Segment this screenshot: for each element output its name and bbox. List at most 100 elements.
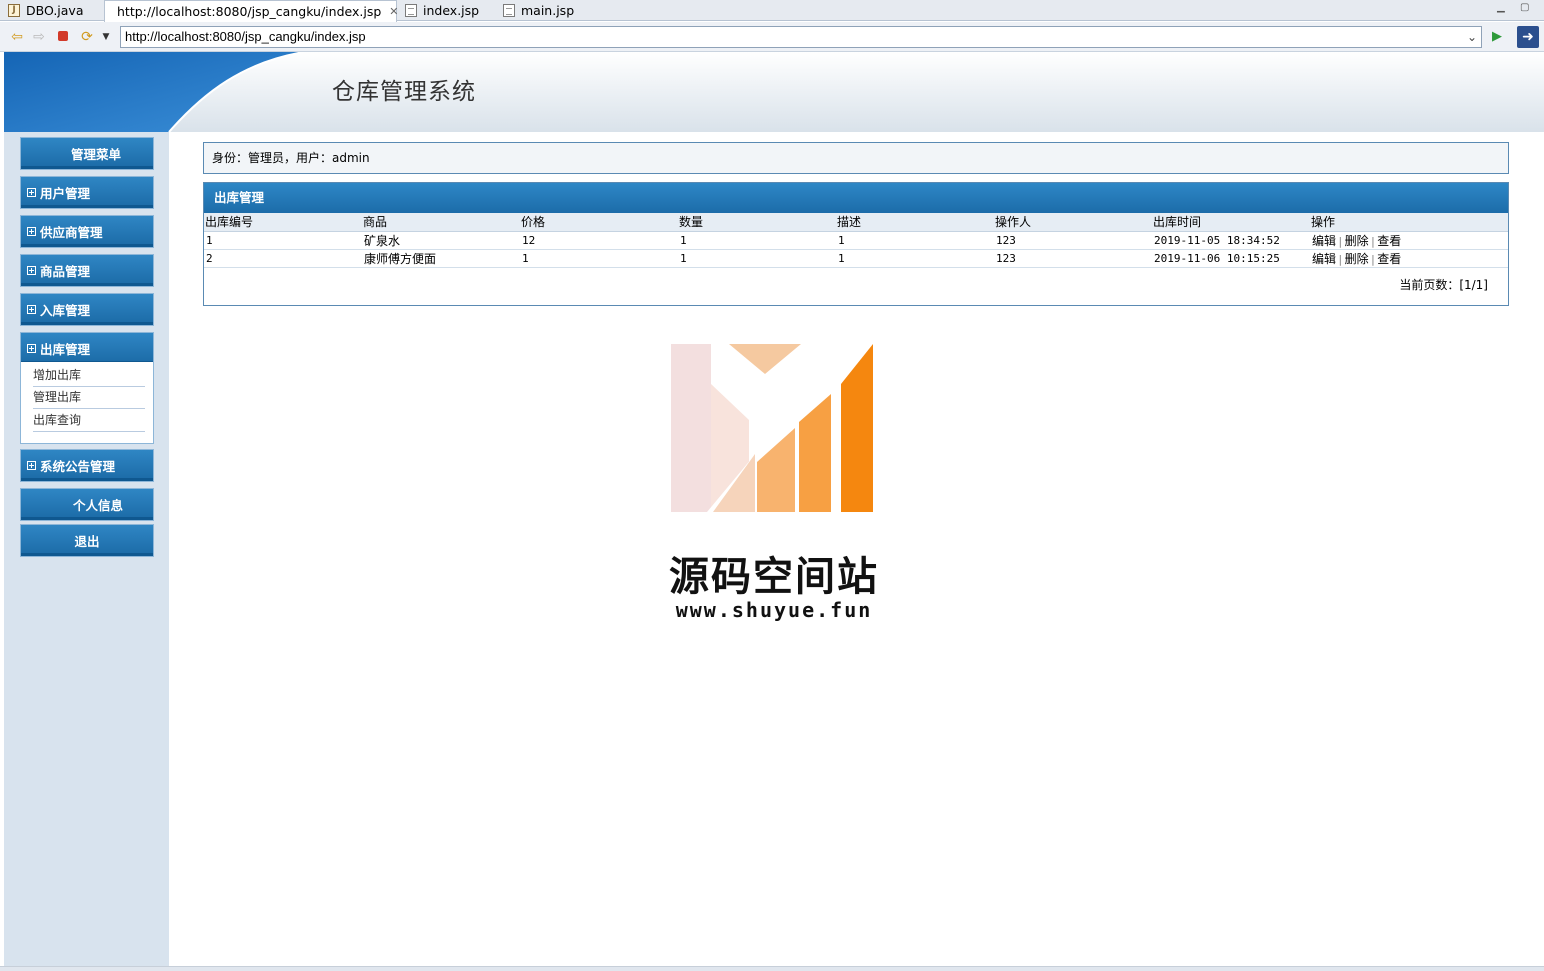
expand-plus-icon [27,344,36,353]
menu-label: 系统公告管理 [40,459,116,474]
col-header: 操作 [1310,213,1508,232]
personal-info-button[interactable]: 个人信息 [20,488,154,521]
delete-link[interactable]: 删除 [1345,234,1369,248]
pagination-text: 当前页数：[1/1] [1399,278,1488,292]
cell-desc: 1 [836,249,994,268]
browser-toolbar: ⇦ ⇨ ⟳ ▼ http://localhost:8080/jsp_cangku… [0,22,1544,52]
col-header: 商品 [362,213,520,232]
banner-swoosh-graphic [4,52,305,132]
back-icon[interactable]: ⇦ [8,28,26,46]
table-row: 2 康师傅方便面 1 1 1 123 2019-11-06 10:15:25 编… [204,249,1508,268]
tab-label: index.jsp [423,3,480,18]
menu-inbound-management[interactable]: 入库管理 [20,293,154,326]
forward-icon[interactable]: ⇨ [30,28,48,46]
edit-link[interactable]: 编辑 [1312,252,1336,266]
history-dropdown-icon[interactable]: ▼ [97,28,115,46]
jsp-file-icon [503,4,515,17]
editor-tab-bar: J DBO.java http://localhost:8080/jsp_can… [0,0,1544,22]
system-title: 仓库管理系统 [332,79,476,105]
expand-plus-icon [27,266,36,275]
header-banner: 仓库管理系统 [4,52,1544,132]
cell-qty: 1 [678,249,836,268]
outbound-panel: 出库管理 出库编号 商品 价格 数量 描述 操作人 出库时间 操作 1 矿泉水 … [203,182,1509,306]
delete-link[interactable]: 删除 [1345,252,1369,266]
cell-operator: 123 [994,249,1152,268]
menu-supplier-management[interactable]: 供应商管理 [20,215,154,248]
menu-product-management[interactable]: 商品管理 [20,254,154,287]
java-file-icon: J [8,4,20,17]
view-link[interactable]: 查看 [1377,234,1401,248]
maximize-icon[interactable]: ▢ [1520,2,1529,13]
menu-label: 供应商管理 [40,225,103,240]
cell-product: 矿泉水 [362,231,520,250]
cell-id: 1 [204,231,362,250]
watermark: 源码空间站 www.shuyue.fun [659,344,889,634]
cell-price: 12 [520,231,678,250]
menu-label: 退出 [74,534,100,549]
watermark-logo [671,344,873,512]
minimize-icon[interactable]: ▁ [1497,2,1505,13]
identity-bar: 身份：管理员，用户：admin [203,142,1509,174]
cell-desc: 1 [836,231,994,250]
col-header: 出库编号 [204,213,362,232]
menu-title: 管理菜单 [20,137,154,170]
submenu-query-outbound[interactable]: 出库查询 [33,410,145,432]
go-icon[interactable]: ▶ [1488,28,1506,46]
web-page: 仓库管理系统 管理菜单 用户管理 供应商管理 商品管理 入库管理 出库管理 增加… [4,52,1544,967]
tab-dbo-java[interactable]: J DBO.java [2,0,102,21]
cell-actions: 编辑|删除|查看 [1310,249,1508,268]
watermark-url: www.shuyue.fun [675,598,873,622]
menu-outbound-management[interactable]: 出库管理 [20,332,154,365]
status-strip [0,966,1544,971]
identity-text: 身份：管理员，用户：admin [212,151,370,165]
menu-label: 商品管理 [40,264,91,279]
menu-label: 出库管理 [40,342,91,357]
menu-announcement-management[interactable]: 系统公告管理 [20,449,154,482]
url-text: http://localhost:8080/jsp_cangku/index.j… [125,29,366,44]
cell-id: 2 [204,249,362,268]
logout-button[interactable]: 退出 [20,524,154,557]
tab-browser-index[interactable]: http://localhost:8080/jsp_cangku/index.j… [104,0,399,22]
sidebar: 管理菜单 用户管理 供应商管理 商品管理 入库管理 出库管理 增加出库 管理出库… [4,132,169,967]
submenu-add-outbound[interactable]: 增加出库 [33,365,145,387]
outbound-submenu: 增加出库 管理出库 出库查询 [20,362,154,444]
close-tab-icon[interactable]: ✕ [389,5,398,18]
table-header-row: 出库编号 商品 价格 数量 描述 操作人 出库时间 操作 [204,213,1508,232]
tab-main-jsp[interactable]: main.jsp [497,0,587,21]
col-header: 描述 [836,213,994,232]
edit-link[interactable]: 编辑 [1312,234,1336,248]
table-row: 1 矿泉水 12 1 1 123 2019-11-05 18:34:52 编辑|… [204,231,1508,250]
col-header: 数量 [678,213,836,232]
cell-time: 2019-11-06 10:15:25 [1152,249,1310,268]
col-header: 价格 [520,213,678,232]
col-header: 出库时间 [1152,213,1310,232]
submenu-manage-outbound[interactable]: 管理出库 [33,387,145,409]
cell-operator: 123 [994,231,1152,250]
url-input[interactable]: http://localhost:8080/jsp_cangku/index.j… [120,26,1482,48]
expand-plus-icon [27,227,36,236]
view-link[interactable]: 查看 [1377,252,1401,266]
cell-actions: 编辑|删除|查看 [1310,231,1508,250]
panel-title: 出库管理 [204,183,1508,213]
chevron-down-icon[interactable]: ⌄ [1467,27,1477,47]
menu-user-management[interactable]: 用户管理 [20,176,154,209]
menu-label: 个人信息 [72,498,123,513]
menu-title-label: 管理菜单 [70,147,121,162]
cell-price: 1 [520,249,678,268]
col-header: 操作人 [994,213,1152,232]
cell-qty: 1 [678,231,836,250]
tab-label: DBO.java [26,3,84,18]
cell-product: 康师傅方便面 [362,249,520,268]
expand-plus-icon [27,188,36,197]
menu-label: 入库管理 [40,303,91,318]
external-browser-icon[interactable]: ➜ [1517,26,1539,48]
cell-time: 2019-11-05 18:34:52 [1152,231,1310,250]
jsp-file-icon [405,4,417,17]
outbound-table: 出库编号 商品 价格 数量 描述 操作人 出库时间 操作 1 矿泉水 12 1 … [204,213,1508,268]
tab-label: main.jsp [521,3,575,18]
tab-label: http://localhost:8080/jsp_cangku/index.j… [117,4,382,19]
tab-index-jsp[interactable]: index.jsp [399,0,495,21]
menu-label: 用户管理 [40,186,91,201]
stop-icon[interactable] [54,28,72,46]
refresh-icon[interactable]: ⟳ [78,28,96,46]
